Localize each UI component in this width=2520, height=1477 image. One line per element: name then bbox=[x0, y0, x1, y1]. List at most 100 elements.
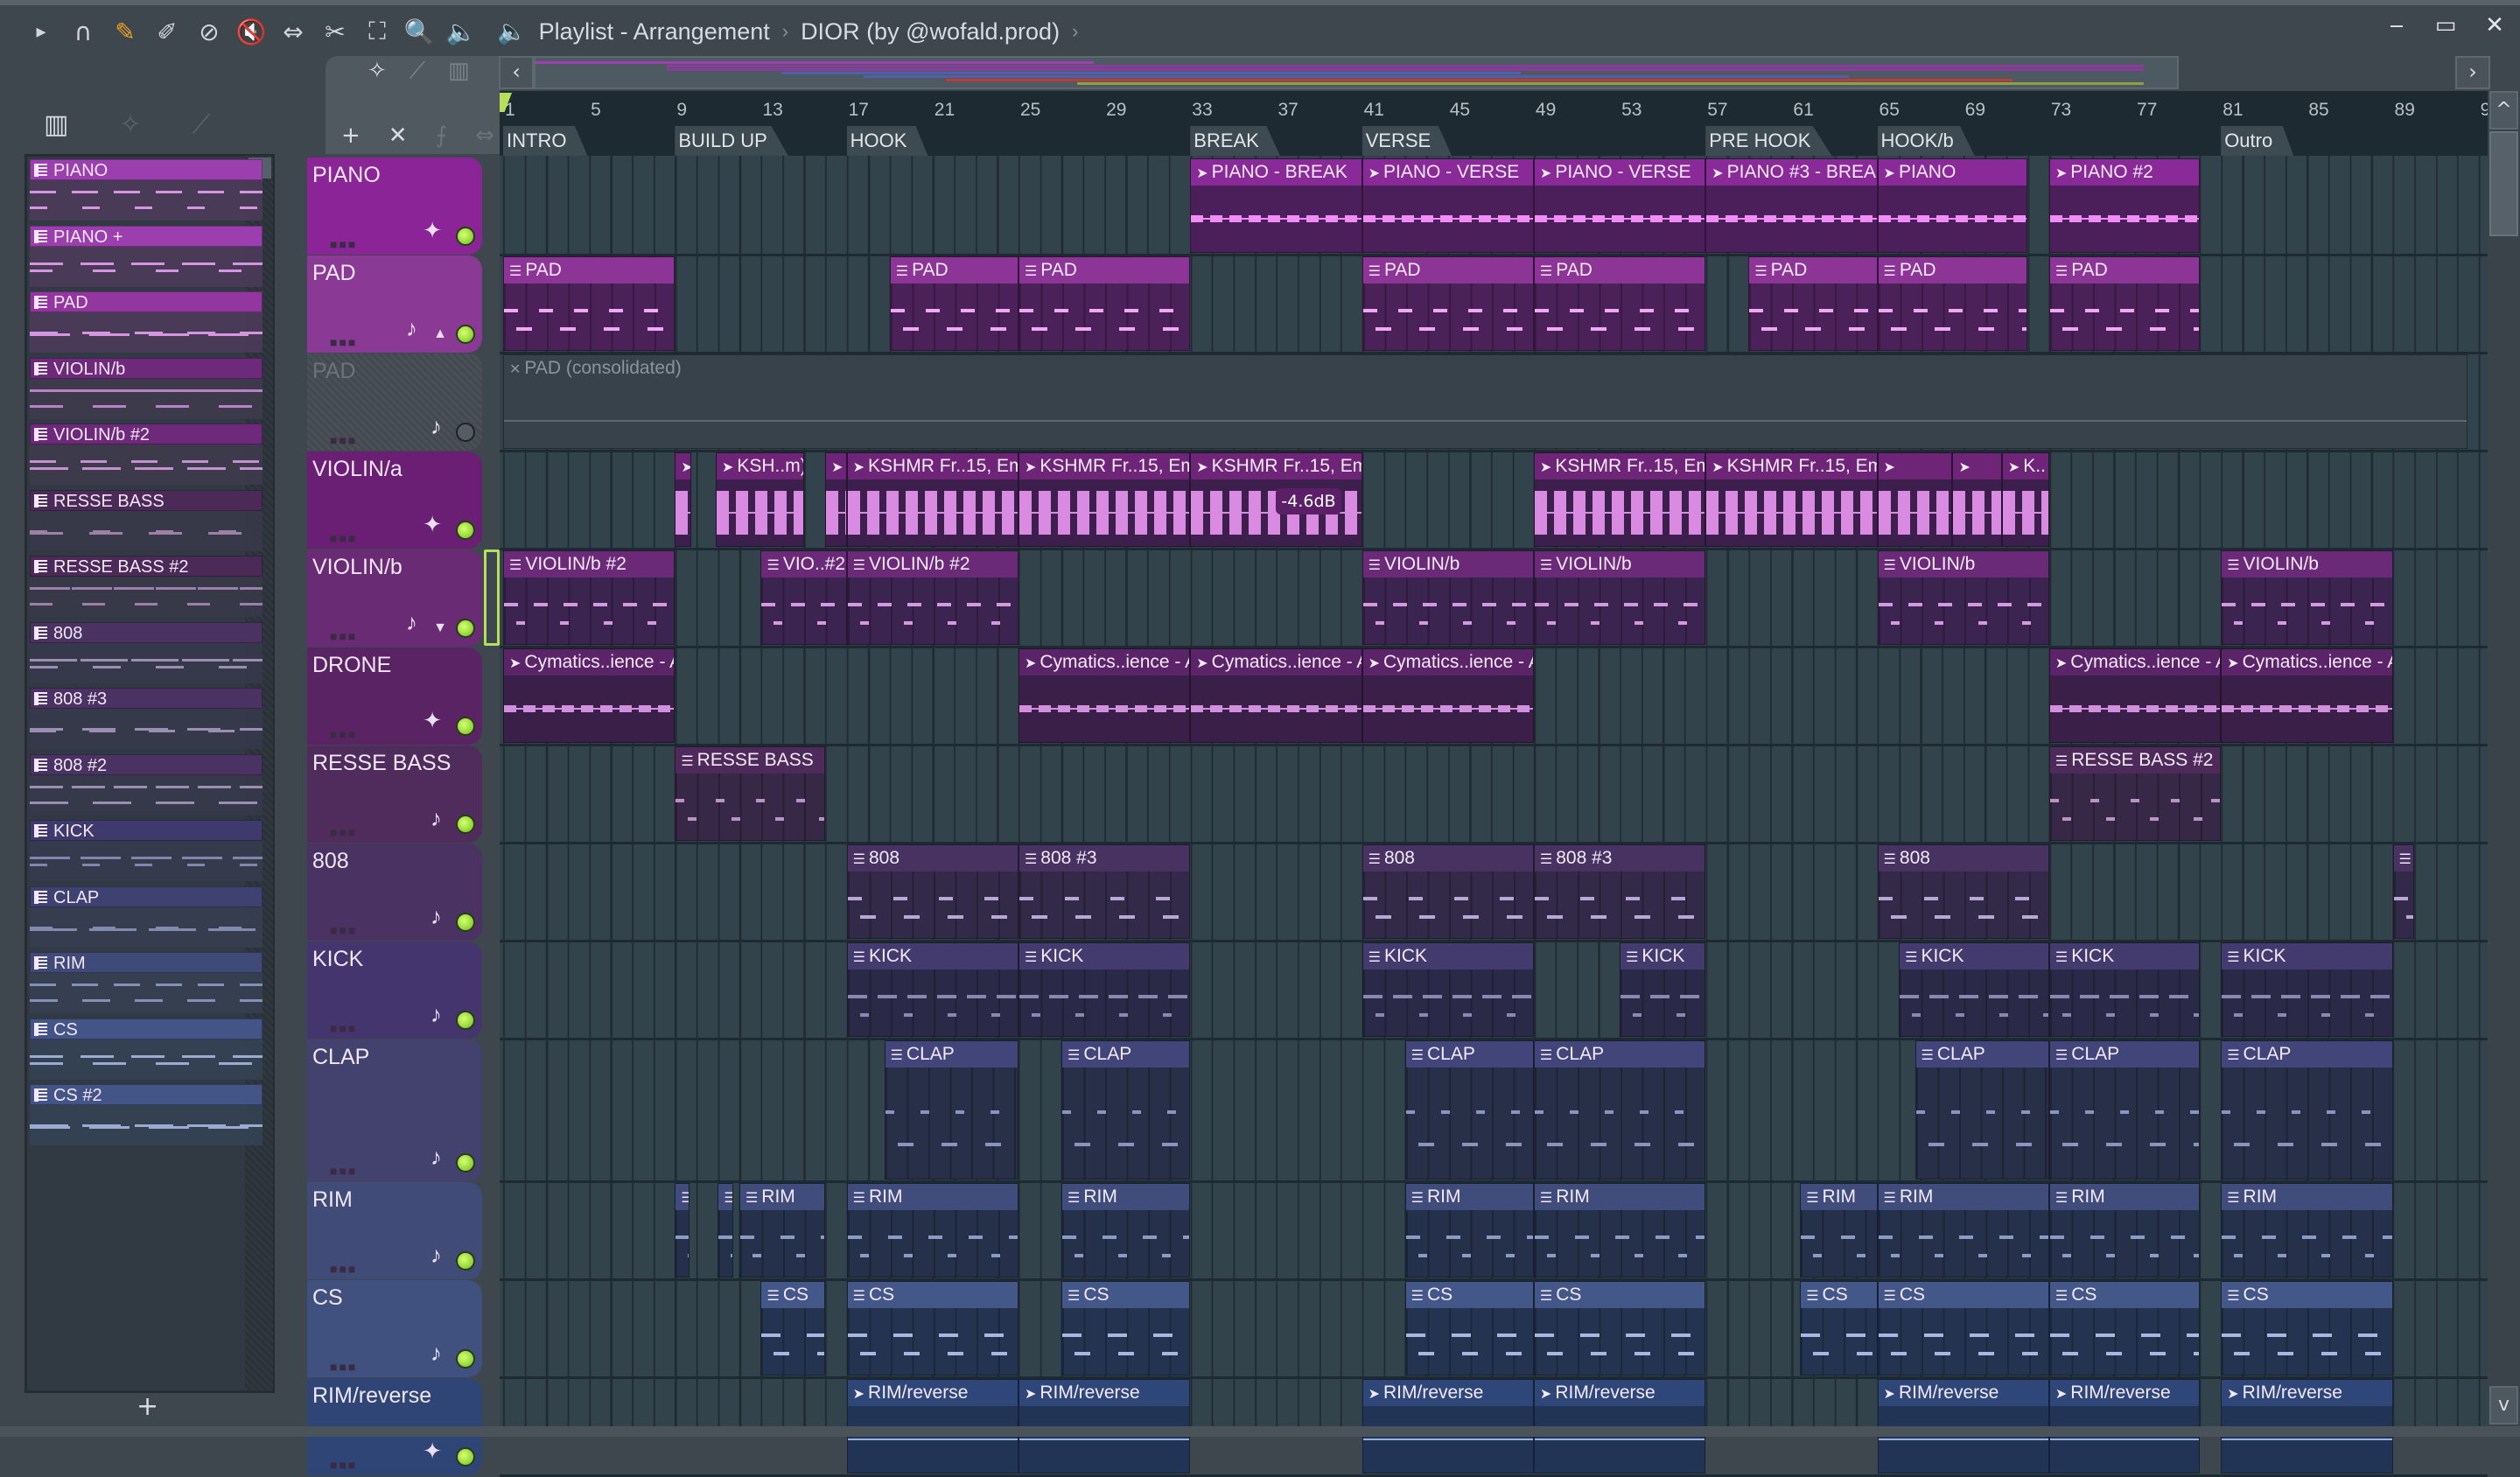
section-marker[interactable]: PRE HOOK bbox=[1705, 126, 1832, 156]
pattern-clip[interactable]: ☰ KICK bbox=[2048, 942, 2200, 1037]
picker-item[interactable]: VIOLIN/b bbox=[30, 357, 262, 421]
add-track-icon[interactable]: + bbox=[341, 122, 360, 149]
track-enable-led[interactable] bbox=[456, 1447, 475, 1466]
track-header[interactable]: RESSE BASS ♪ ■■■ bbox=[307, 746, 482, 843]
audio-clip[interactable]: ➤ PIANO #2 bbox=[2048, 158, 2200, 253]
pattern-clip[interactable]: ☰ CS bbox=[1877, 1281, 2049, 1376]
expand-down-icon[interactable]: ▼ bbox=[433, 620, 447, 636]
picker-item[interactable]: KICK bbox=[30, 820, 262, 883]
select-icon[interactable]: ⛶ bbox=[362, 16, 392, 47]
curve-icon[interactable]: ⨍ bbox=[436, 122, 448, 149]
section-marker[interactable]: VERSE bbox=[1362, 126, 1452, 156]
picker-item[interactable]: CS bbox=[30, 1018, 262, 1082]
picker-item[interactable]: PIANO + bbox=[30, 225, 262, 289]
track-selector[interactable] bbox=[484, 550, 500, 646]
audio-clip[interactable]: ➤ KSHMR Fr..15, Em) -4.6dB bbox=[1190, 452, 1362, 547]
piano-icon[interactable]: ▥ bbox=[448, 58, 470, 85]
pattern-clip[interactable]: ☰ CLAP bbox=[1914, 1040, 2049, 1180]
delete-track-icon[interactable]: ✕ bbox=[388, 122, 408, 149]
pattern-clip[interactable]: ☰ CS bbox=[1061, 1281, 1191, 1376]
section-marker[interactable]: BREAK bbox=[1190, 126, 1280, 156]
zoom-icon[interactable]: 🔍 bbox=[404, 16, 435, 47]
close-button[interactable]: ✕ bbox=[2482, 12, 2508, 38]
pattern-clip[interactable]: ☰ PAD bbox=[1362, 256, 1534, 351]
track-header[interactable]: KICK ♪ ■■■ bbox=[307, 942, 482, 1039]
pattern-clip[interactable]: ☰ KICK bbox=[2221, 942, 2393, 1037]
pattern-clip[interactable]: ☰ RIM bbox=[1800, 1183, 1878, 1278]
audio-clip[interactable]: ➤ bbox=[825, 452, 847, 547]
track-enable-led[interactable] bbox=[456, 1251, 475, 1270]
pattern-clip[interactable]: ☰ CLAP bbox=[1533, 1040, 1706, 1180]
pattern-clip[interactable]: ☰ 808 #3 bbox=[1533, 844, 1706, 939]
pattern-clip[interactable]: ☰ VIO..#2 bbox=[760, 550, 847, 645]
pattern-clip[interactable]: ☰ KICK bbox=[1899, 942, 2049, 1037]
audio-clip[interactable]: ➤ PIANO bbox=[1877, 158, 2028, 253]
pattern-clip[interactable]: ☰ CS bbox=[1533, 1281, 1706, 1376]
pattern-clip[interactable]: ☰ VIOLIN/b #2 bbox=[846, 550, 1018, 645]
track-enable-led[interactable] bbox=[456, 521, 475, 540]
maximize-button[interactable]: ▭ bbox=[2432, 12, 2459, 38]
pattern-clip[interactable]: ☰ RESSE BASS bbox=[675, 746, 826, 841]
track-header[interactable]: 808 ♪ ■■■ bbox=[307, 844, 482, 941]
pattern-clip[interactable]: ☰ RIM bbox=[1061, 1183, 1191, 1278]
pattern-clip[interactable]: ☰ PAD bbox=[1877, 256, 2028, 351]
delete-icon[interactable]: ⊘ bbox=[194, 16, 224, 47]
track-header[interactable]: PIANO ✦ ■■■ bbox=[307, 158, 482, 255]
audio-clip[interactable]: ➤ bbox=[1877, 452, 1953, 547]
audio-clip[interactable]: ➤ Cymatics..ience - A bbox=[1018, 648, 1191, 743]
pattern-clip[interactable]: ☰ PAD bbox=[2048, 256, 2200, 351]
overview-scroll-left[interactable]: ‹ bbox=[499, 56, 534, 89]
track-enable-led[interactable] bbox=[456, 325, 475, 344]
section-marker[interactable]: HOOK/b bbox=[1877, 126, 1975, 156]
pattern-clip[interactable]: ☰ RIM bbox=[1877, 1183, 2049, 1278]
picker-item[interactable]: RESSE BASS bbox=[30, 489, 262, 553]
vertical-scrollbar[interactable] bbox=[2488, 91, 2520, 1426]
pattern-clip[interactable]: ☰ CS bbox=[2221, 1281, 2393, 1376]
audio-clip[interactable]: ➤ PIANO - VERSE bbox=[1533, 158, 1706, 253]
pattern-clip[interactable]: ☰ RIM bbox=[1533, 1183, 1706, 1278]
slice-icon[interactable]: ✂ bbox=[320, 16, 350, 47]
audio-clip[interactable]: ➤ KSHMR Fr..15, Em) bbox=[1533, 452, 1706, 547]
pattern-clip[interactable]: ☰ PAD bbox=[503, 256, 676, 351]
audio-clip[interactable]: ➤ KSH..m) bbox=[715, 452, 804, 547]
picker-item[interactable]: PIANO bbox=[30, 159, 262, 222]
audio-clip[interactable]: ➤ Cymatics..ience - A bbox=[2048, 648, 2222, 743]
pattern-clip[interactable]: ☰ VIOLIN/b bbox=[2221, 550, 2393, 645]
audio-clip[interactable]: ➤ KSHMR Fr..15, Em) bbox=[1018, 452, 1191, 547]
picker-item[interactable]: RIM bbox=[30, 952, 262, 1015]
pattern-clip[interactable]: ☰ 808 #3 bbox=[1018, 844, 1191, 939]
audio-clip[interactable]: ➤ Cymatics..ience - A bbox=[1362, 648, 1534, 743]
pattern-clip[interactable]: ☰ CS bbox=[1404, 1281, 1534, 1376]
mute-icon[interactable]: 🔇 bbox=[236, 16, 267, 47]
track-header[interactable]: PAD ♪ ▲ ■■■ bbox=[307, 256, 482, 353]
scroll-up-button[interactable]: ^ bbox=[2489, 91, 2518, 130]
add-pattern-button[interactable]: + bbox=[136, 1391, 158, 1422]
scroll-down-button[interactable]: v bbox=[2489, 1386, 2518, 1424]
audio-clip[interactable]: ➤ Cymatics..ience - A bbox=[1190, 648, 1362, 743]
pattern-clip[interactable]: ☰ KICK bbox=[846, 942, 1018, 1037]
track-header[interactable]: DRONE ✦ ■■■ bbox=[307, 648, 482, 745]
pattern-clip[interactable]: ☰ VIOLIN/b bbox=[1362, 550, 1534, 645]
pattern-clip[interactable]: ☰ CLAP bbox=[1404, 1040, 1534, 1180]
track-enable-led[interactable] bbox=[456, 1153, 475, 1172]
pattern-clip[interactable]: ☰ CLAP bbox=[2221, 1040, 2393, 1180]
track-header[interactable]: CLAP ♪ ■■■ bbox=[307, 1040, 482, 1181]
track-enable-led[interactable] bbox=[456, 815, 475, 834]
pattern-clip[interactable]: ☰ VIOLIN/b bbox=[1533, 550, 1706, 645]
picker-item[interactable]: PAD bbox=[30, 291, 262, 354]
pattern-clip[interactable]: ☰ RIM bbox=[2221, 1183, 2393, 1278]
section-marker[interactable]: HOOK bbox=[846, 126, 928, 156]
pattern-clip[interactable]: ☰ RIM bbox=[2048, 1183, 2200, 1278]
pattern-clip[interactable]: ☰ CS bbox=[846, 1281, 1018, 1376]
pattern-clip[interactable]: ☰ RIM bbox=[846, 1183, 1018, 1278]
pattern-clip[interactable]: ☰ 808 bbox=[1362, 844, 1534, 939]
audio-clip[interactable]: ➤ bbox=[675, 452, 691, 547]
audio-clip[interactable]: ➤ KSHMR Fr..15, Em) bbox=[846, 452, 1018, 547]
track-enable-led[interactable] bbox=[456, 227, 475, 246]
track-header[interactable]: CS ♪ ■■■ bbox=[307, 1280, 482, 1377]
pattern-clip[interactable]: ☰ CS bbox=[1800, 1281, 1878, 1376]
pattern-clip[interactable]: ☰ CS bbox=[2048, 1281, 2200, 1376]
pattern-clip[interactable]: ☰ RIM bbox=[738, 1183, 826, 1278]
pattern-clip[interactable]: ☰ PAD bbox=[1748, 256, 1878, 351]
track-header[interactable]: VIOLIN/b ♪ ▼ ■■■ bbox=[307, 550, 482, 647]
